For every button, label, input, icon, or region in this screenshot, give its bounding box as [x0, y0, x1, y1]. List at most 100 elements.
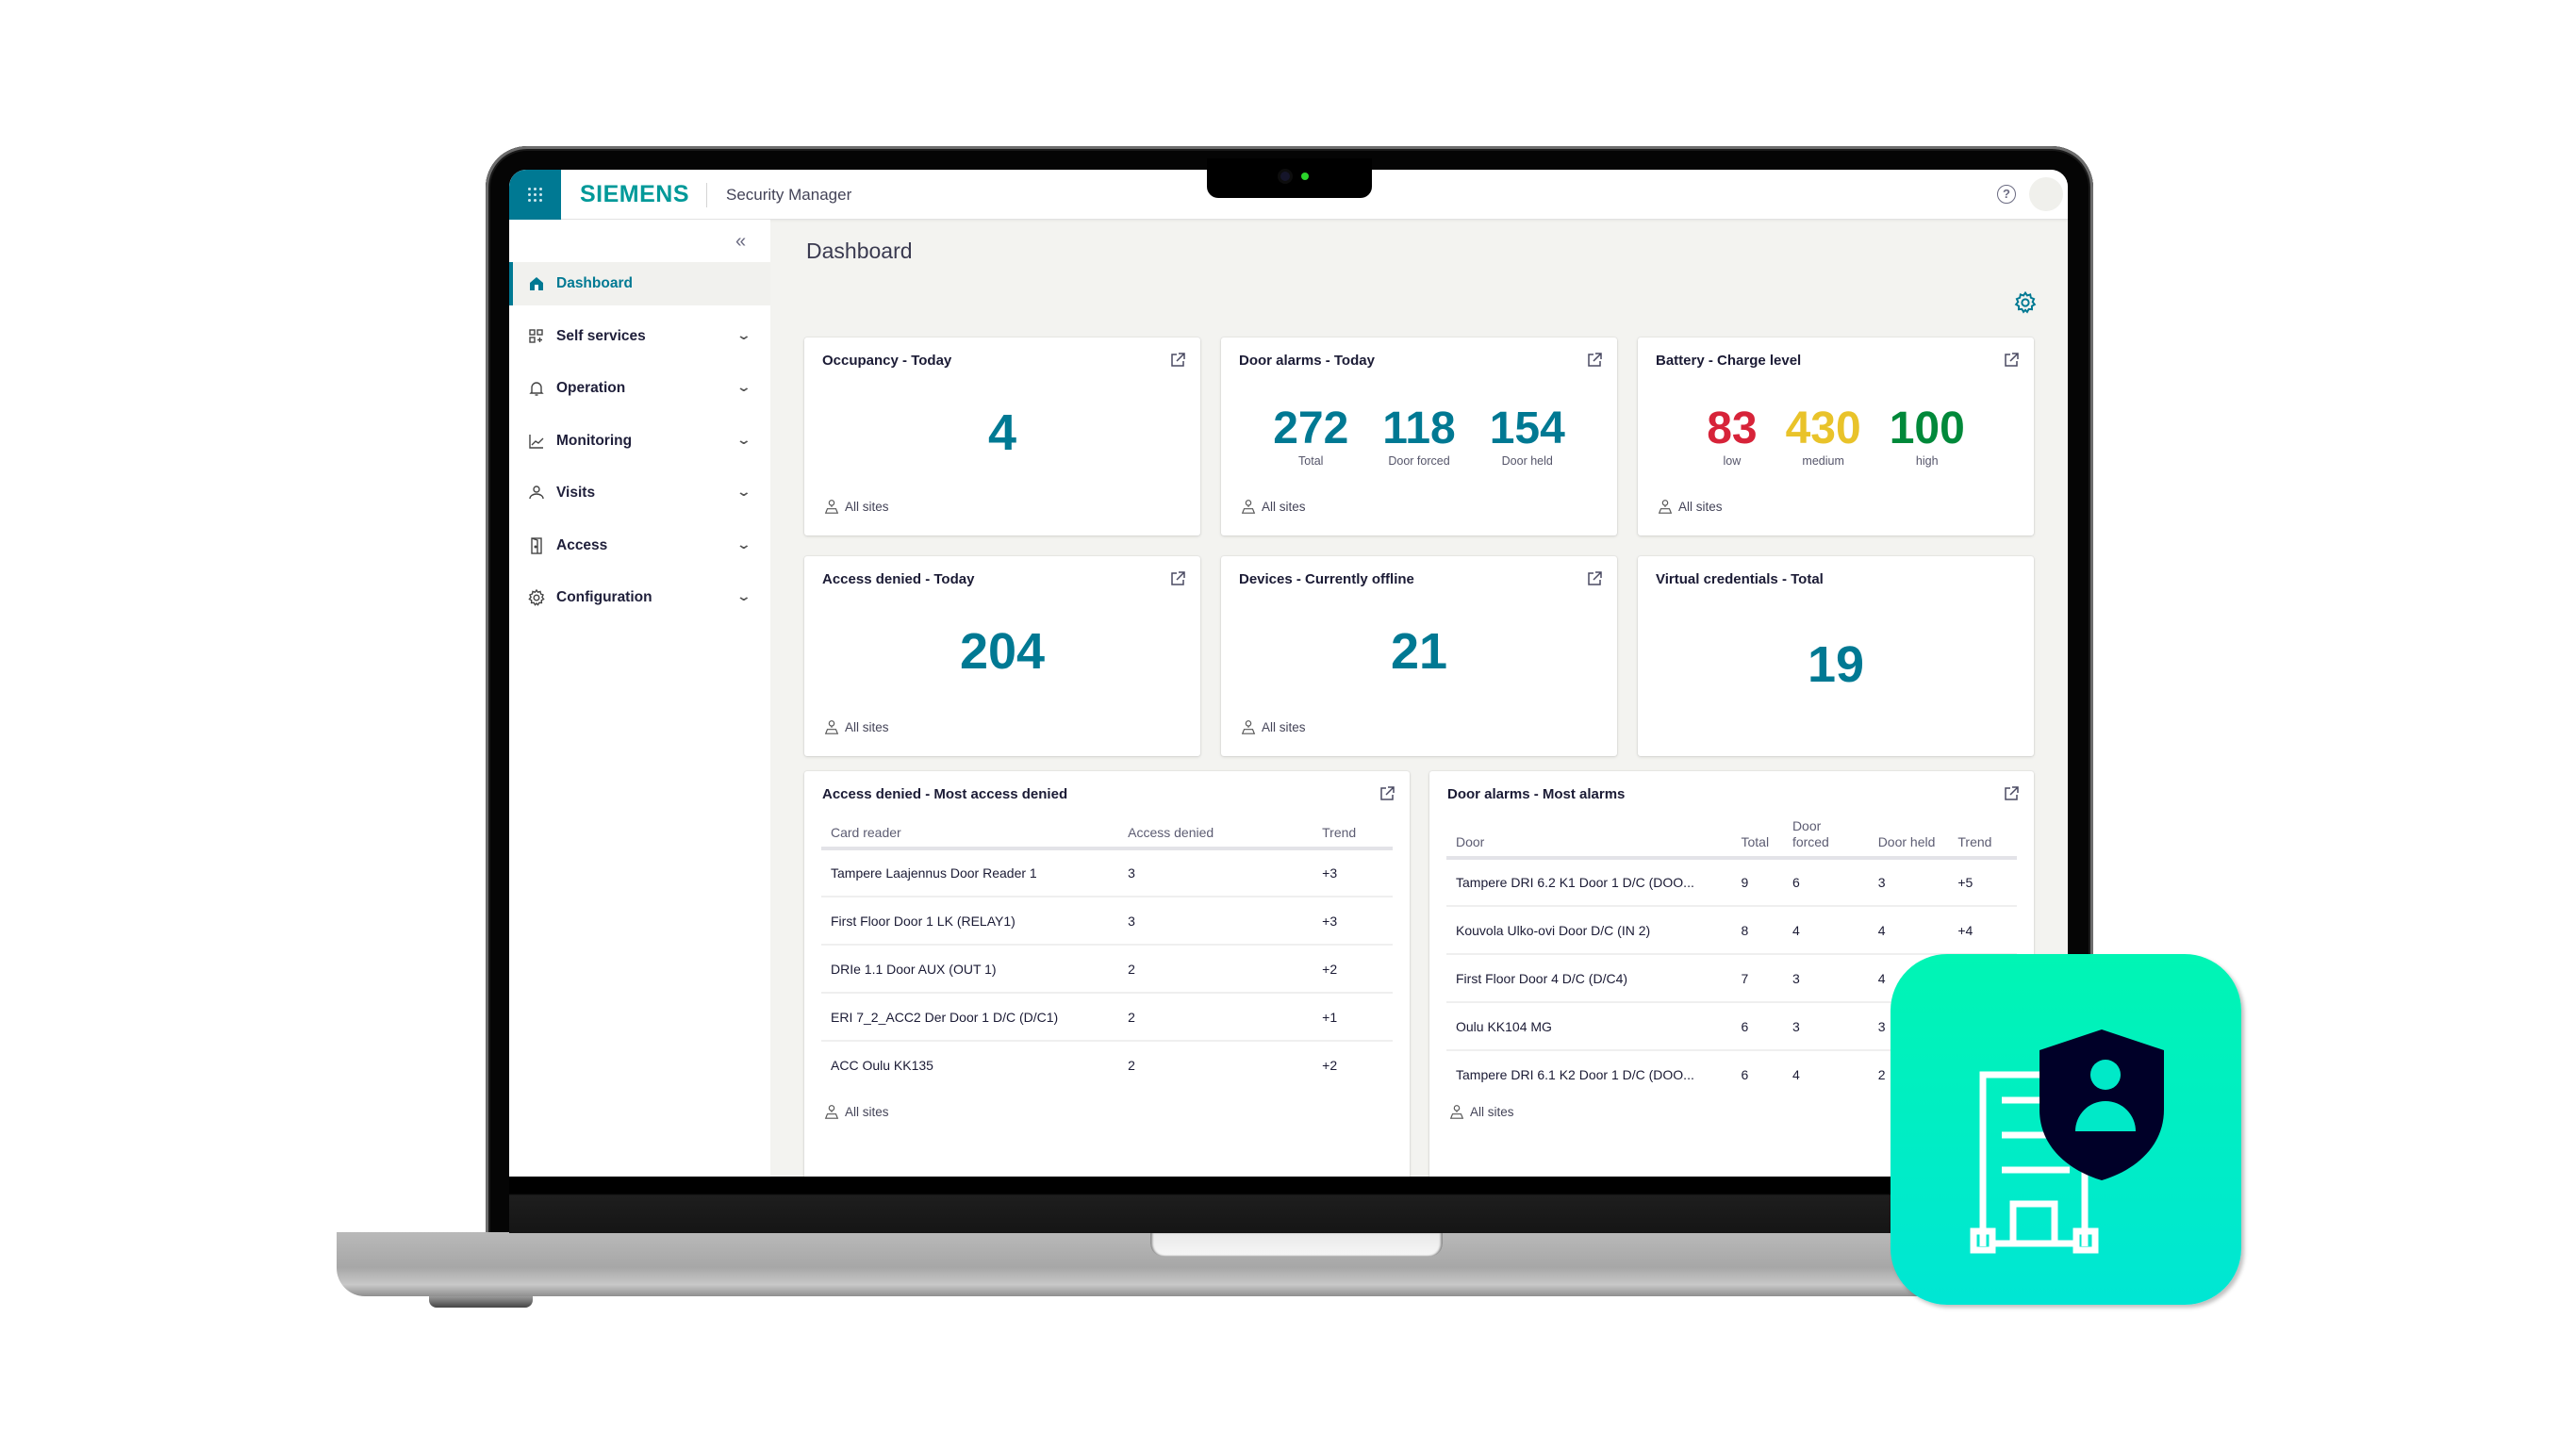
virtual-credentials-value: 19	[1807, 636, 1865, 693]
screen-bottom-bezel	[509, 1177, 2068, 1233]
stat-battery-medium: 430 medium	[1785, 403, 1861, 469]
sidebar-nav: Dashboard Self services ⌄ Operation ⌄ Mo…	[509, 262, 770, 629]
door-alarm-stats: 272 Total 118 Door forced 154 Door held	[1221, 403, 1617, 469]
sidebar-item-label: Visits	[556, 485, 596, 501]
column-header[interactable]: Total	[1731, 818, 1783, 860]
help-icon[interactable]: ?	[1997, 185, 2016, 204]
site-scope-label: All sites	[845, 1104, 889, 1119]
stat-total: 272 Total	[1273, 403, 1349, 469]
table-header-row: Card reader Access denied Trend	[821, 820, 1393, 850]
table-row[interactable]: Kouvola Ulko-ovi Door D/C (IN 2) 8 4 4 +4	[1446, 906, 2017, 955]
sidebar-item-access[interactable]: Access ⌄	[509, 524, 770, 568]
open-external-icon[interactable]	[2002, 351, 2021, 370]
table-cell: +2	[1313, 945, 1393, 994]
app-screen: SIEMENS Security Manager ? « Dashboard S…	[509, 170, 2068, 1177]
sidebar-item-monitoring[interactable]: Monitoring ⌄	[509, 420, 770, 463]
table-row[interactable]: First Floor Door 1 LK (RELAY1) 3 +3	[821, 897, 1393, 946]
site-scope-label: All sites	[1262, 719, 1306, 734]
card-title: Door alarms - Most alarms	[1447, 786, 1626, 802]
sidebar-item-label: Operation	[556, 380, 626, 396]
table-cell: +3	[1313, 897, 1393, 946]
devices-offline-card: Devices - Currently offline 21 All sites	[1221, 556, 1617, 756]
site-scope[interactable]: All sites	[1240, 498, 1306, 515]
open-external-icon[interactable]	[1585, 351, 1604, 370]
card-title: Battery - Charge level	[1656, 353, 1802, 369]
table-cell: DRIe 1.1 Door AUX (OUT 1)	[821, 945, 1119, 994]
column-header[interactable]: Card reader	[821, 820, 1119, 850]
sidebar-item-self-services[interactable]: Self services ⌄	[509, 315, 770, 358]
sidebar-item-dashboard[interactable]: Dashboard	[509, 262, 770, 305]
table-cell: Oulu KK104 MG	[1446, 1002, 1732, 1051]
table-cell: 4	[1782, 906, 1869, 955]
door-icon	[526, 535, 547, 556]
table-row[interactable]: DRIe 1.1 Door AUX (OUT 1) 2 +2	[821, 945, 1393, 994]
location-people-icon	[1658, 500, 1673, 514]
battery-stats: 83 low 430 medium 100 high	[1638, 403, 2034, 469]
table-row[interactable]: ERI 7_2_ACC2 Der Door 1 D/C (D/C1) 2 +1	[821, 993, 1393, 1042]
card-title: Devices - Currently offline	[1239, 571, 1414, 587]
home-icon	[526, 273, 547, 294]
table-cell: 3	[1118, 848, 1313, 897]
collapse-sidebar-button[interactable]: «	[735, 231, 746, 253]
stat-door-held: 154 Door held	[1489, 403, 1565, 469]
security-manager-app-icon	[1891, 954, 2241, 1305]
sidebar-item-label: Self services	[556, 327, 646, 344]
table-cell: +2	[1322, 1058, 1338, 1073]
column-header[interactable]: Access denied	[1118, 820, 1313, 850]
column-header[interactable]: Door held	[1868, 818, 1949, 860]
sidebar-item-label: Configuration	[556, 589, 652, 605]
column-header[interactable]: Door forced	[1782, 818, 1869, 860]
page-title: Dashboard	[806, 239, 913, 263]
table-cell: +1	[1313, 993, 1393, 1042]
table-row[interactable]: Tampere Laajennus Door Reader 1 3 +3	[821, 848, 1393, 897]
open-external-icon[interactable]	[1585, 569, 1604, 588]
access-denied-card: Access denied - Today 204 All sites	[804, 556, 1200, 756]
chevron-down-icon: ⌄	[735, 431, 752, 447]
sidebar-item-label: Monitoring	[556, 432, 633, 449]
table-cell: 3	[1118, 897, 1313, 946]
open-external-icon[interactable]	[1378, 784, 1396, 803]
door-alarms-card: Door alarms - Today 272 Total 118 Door for…	[1221, 338, 1617, 535]
sidebar-item-operation[interactable]: Operation ⌄	[509, 367, 770, 410]
table-cell: 9	[1731, 858, 1783, 907]
site-scope[interactable]: All sites	[823, 718, 889, 735]
table-row[interactable]: ACC Oulu KK135 2 +2	[821, 1041, 1393, 1089]
column-header[interactable]: Trend	[1948, 818, 2017, 860]
table-cell: 4	[1792, 1067, 1800, 1082]
location-people-icon	[824, 1105, 839, 1119]
table-header-row: Door Total Door forced Door held Trend	[1446, 818, 2017, 860]
table-cell: +5	[1948, 858, 2017, 907]
sidebar-item-visits[interactable]: Visits ⌄	[509, 471, 770, 515]
column-header[interactable]: Door	[1446, 818, 1732, 860]
sidebar-item-label: Access	[556, 536, 608, 553]
laptop-opening-notch	[1150, 1232, 1443, 1257]
user-avatar[interactable]	[2029, 177, 2063, 211]
app-launcher-button[interactable]	[509, 170, 561, 220]
location-people-icon	[824, 720, 839, 734]
open-external-icon[interactable]	[1168, 569, 1187, 588]
gear-icon	[526, 587, 547, 608]
virtual-credentials-card: Virtual credentials - Total 19	[1638, 556, 2034, 756]
table-cell: Tampere DRI 6.2 K1 Door 1 D/C (DOO...	[1446, 858, 1732, 907]
site-scope[interactable]: All sites	[1448, 1103, 1514, 1120]
sidebar-item-configuration[interactable]: Configuration ⌄	[509, 576, 770, 619]
site-scope[interactable]: All sites	[1657, 498, 1723, 515]
table-row[interactable]: Tampere DRI 6.2 K1 Door 1 D/C (DOO... 9 6 3…	[1446, 858, 2017, 907]
card-title: Occupancy - Today	[822, 353, 952, 369]
open-external-icon[interactable]	[1168, 351, 1187, 370]
dashboard-settings-icon[interactable]	[2013, 290, 2038, 315]
site-scope-label: All sites	[1262, 499, 1306, 514]
occupancy-value: 4	[987, 404, 1017, 461]
access-denied-value: 204	[959, 623, 1046, 680]
camera-indicator-light	[1301, 173, 1309, 180]
table-cell: 6	[1731, 1002, 1783, 1051]
grid-dots-icon	[528, 188, 542, 202]
chevron-down-icon: ⌄	[735, 484, 752, 499]
column-header[interactable]: Trend	[1313, 820, 1393, 850]
open-external-icon[interactable]	[2002, 784, 2021, 803]
location-people-icon	[1241, 720, 1256, 734]
site-scope[interactable]: All sites	[823, 1103, 889, 1120]
site-scope[interactable]: All sites	[1240, 718, 1306, 735]
table-cell: ERI 7_2_ACC2 Der Door 1 D/C (D/C1)	[821, 993, 1119, 1042]
site-scope[interactable]: All sites	[823, 498, 889, 515]
